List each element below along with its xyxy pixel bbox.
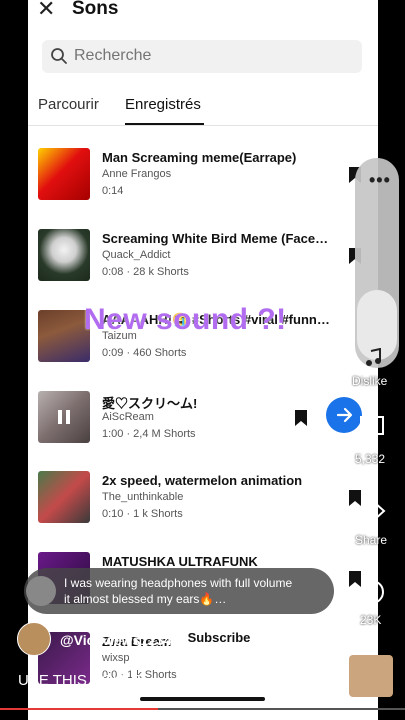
share-label[interactable]: Share (355, 533, 387, 547)
sound-row[interactable]: 2x speed, watermelon animation The_unthi… (38, 471, 378, 527)
sound-title: MATUSHKA ULTRAFUNK (102, 554, 258, 569)
sound-author: wixsp (102, 652, 130, 664)
video-progress-fill (0, 708, 158, 710)
search-input[interactable] (74, 47, 324, 65)
comment-text: I was wearing headphones with full volum… (64, 576, 293, 606)
comment-avatar (26, 576, 56, 606)
pinned-comment[interactable]: I was wearing headphones with full volum… (24, 568, 334, 614)
panel-header: ✕ Sons (28, 0, 378, 24)
sound-title: Man Screaming meme(Earrape) (102, 150, 297, 165)
sound-meta: 0:09 · 460 Shorts (102, 347, 187, 359)
subscribe-button[interactable]: Subscribe (179, 622, 259, 654)
tab-bar: Parcourir Enregistrés (28, 90, 378, 126)
share-icon[interactable] (360, 498, 386, 524)
pause-icon[interactable] (57, 410, 71, 424)
sound-title: 2x speed, watermelon animation (102, 473, 303, 488)
remix-icon[interactable] (358, 578, 386, 606)
close-icon[interactable]: ✕ (37, 0, 55, 20)
comment-icon[interactable] (358, 414, 386, 442)
active-tab-indicator (125, 123, 204, 125)
home-indicator (140, 697, 265, 701)
sound-thumbnail-corner[interactable] (349, 655, 393, 697)
music-note-icon (366, 348, 381, 366)
sound-meta: 0:08 · 28 k Shorts (102, 266, 189, 278)
sound-thumbnail (38, 471, 90, 523)
sound-row[interactable]: Screaming White Bird Meme (Face… Quack_A… (38, 229, 378, 285)
sound-thumbnail (38, 229, 90, 281)
arrow-right-icon (336, 407, 353, 423)
panel-title: Sons (72, 0, 119, 19)
channel-name[interactable]: @Vic_views1234 (60, 632, 171, 648)
remix-count: 23K (360, 613, 382, 627)
sound-thumbnail (38, 391, 90, 443)
channel-avatar[interactable] (17, 622, 51, 656)
use-sound-arrow-button[interactable] (326, 397, 362, 433)
sound-author: Anne Frangos (102, 168, 172, 180)
sound-author: Quack_Addict (102, 249, 171, 261)
sound-meta: 1:00 · 2,4 M Shorts (102, 428, 196, 440)
video-overlay-text: New sound ?! (84, 303, 287, 336)
sound-title: Screaming White Bird Meme (Face… (102, 231, 329, 246)
more-options-icon[interactable]: ••• (369, 170, 391, 191)
search-icon (51, 48, 67, 64)
sound-meta: 0:14 (102, 185, 124, 197)
dislike-label[interactable]: Dislike (352, 374, 387, 388)
tab-saved[interactable]: Enregistrés (125, 96, 201, 113)
comment-count: 5,332 (355, 452, 386, 466)
tab-browse[interactable]: Parcourir (38, 96, 99, 113)
sound-meta: 0:10 · 1 k Shorts (102, 508, 183, 520)
sound-row[interactable]: Man Screaming meme(Earrape) Anne Frangos… (38, 148, 378, 204)
use-this-sound-label[interactable]: USE THIS SOUND (18, 672, 145, 689)
sound-thumbnail (38, 310, 90, 362)
search-bar[interactable] (42, 40, 362, 73)
bookmark-icon[interactable] (294, 409, 308, 427)
sound-author: The_unthinkable (102, 491, 184, 503)
sound-author: AiScReam (102, 411, 154, 423)
sound-thumbnail (38, 148, 90, 200)
